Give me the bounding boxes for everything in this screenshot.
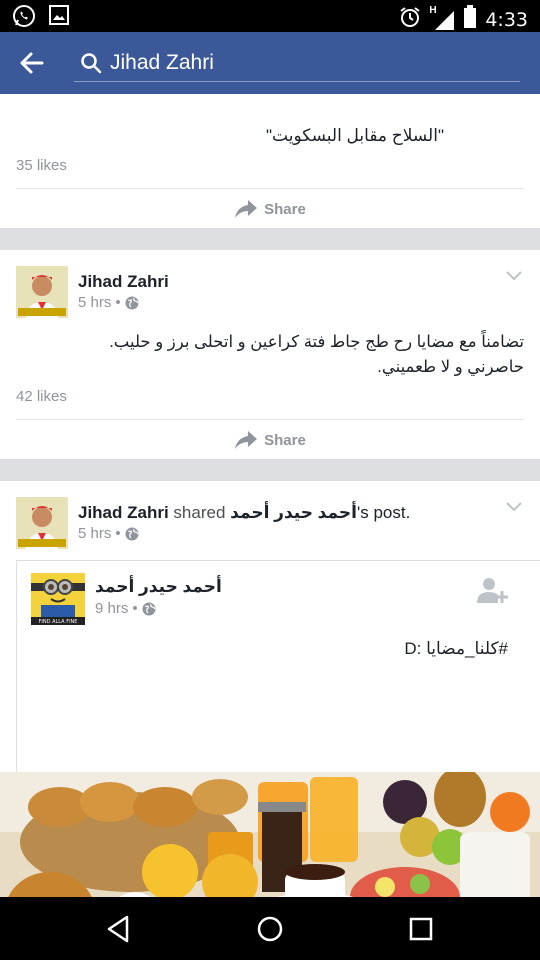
nav-home-button[interactable] [254, 913, 286, 945]
status-bar: H 4:33 [0, 0, 540, 32]
signal-icon: H [429, 5, 455, 31]
add-friend-icon [477, 578, 508, 603]
shared-post-author[interactable]: أحمد حيدر أحمد [95, 577, 222, 597]
post-text: "السلاح مقابل البسكويت" [265, 126, 444, 145]
likes-count[interactable]: 35 likes [16, 157, 67, 174]
add-friend-button[interactable] [476, 575, 508, 612]
shared-post-text: #كلنا_مضايا :D [404, 639, 508, 658]
app-header: Jihad Zahri [0, 32, 540, 94]
chevron-down-icon [506, 502, 522, 512]
avatar[interactable] [16, 497, 68, 549]
post-author[interactable]: Jihad Zahri [78, 272, 169, 292]
back-arrow-icon [20, 52, 44, 74]
nav-recents-button[interactable] [405, 913, 437, 945]
globe-icon [125, 527, 139, 540]
post-options-button[interactable] [506, 499, 522, 517]
nav-back-button[interactable] [103, 913, 135, 945]
news-feed[interactable]: قبل يوم بـ تعبئة "السلاح مقابل البسكويت"… [0, 94, 540, 897]
post-meta: 5 hrs • [78, 294, 139, 311]
search-input[interactable]: Jihad Zahri [74, 44, 520, 82]
post-author[interactable]: Jihad Zahri [78, 503, 169, 522]
post-time[interactable]: 5 hrs [78, 294, 111, 311]
globe-icon [125, 296, 139, 309]
share-icon [235, 200, 258, 218]
battery-icon [463, 5, 477, 34]
nav-recents-icon [409, 917, 433, 941]
post-meta: 5 hrs • [78, 525, 139, 542]
post-image[interactable] [0, 772, 540, 897]
nav-back-icon [107, 915, 129, 943]
post-options-button[interactable] [506, 268, 522, 286]
search-icon [80, 52, 102, 79]
share-icon [235, 431, 258, 449]
nav-home-icon [257, 916, 283, 942]
post-card: Jihad Zahri 5 hrs • تضامناً مع مضايا رح … [0, 250, 540, 459]
alarm-icon [399, 6, 421, 33]
globe-icon [142, 602, 156, 615]
avatar[interactable] [16, 266, 68, 318]
whatsapp-icon [12, 4, 36, 33]
clock: 4:33 [485, 8, 528, 31]
chevron-down-icon [506, 271, 522, 281]
shared-profile-link[interactable]: أحمد حيدر أحمد [230, 503, 357, 522]
navigation-bar [0, 897, 540, 960]
back-button[interactable] [16, 47, 48, 79]
post-text: تضامناً مع مضايا رح طج جاط فتة كراعين و … [109, 333, 524, 376]
share-button[interactable]: Share [0, 420, 540, 460]
image-icon [48, 4, 70, 33]
post-card: قبل يوم بـ تعبئة "السلاح مقابل البسكويت"… [0, 94, 540, 228]
avatar[interactable]: FIND ALLA FINE [31, 573, 85, 625]
search-query: Jihad Zahri [110, 51, 214, 74]
likes-count[interactable]: 42 likes [16, 388, 67, 405]
share-button[interactable]: Share [0, 189, 540, 229]
shared-post-meta: 9 hrs • [95, 600, 156, 617]
post-card: Jihad Zahri shared أحمد حيدر أحمد's post… [0, 481, 540, 897]
shared-heading: Jihad Zahri shared أحمد حيدر أحمد's post… [78, 503, 411, 522]
svg-text:FIND ALLA FINE: FIND ALLA FINE [39, 619, 78, 625]
post-time[interactable]: 5 hrs [78, 525, 111, 542]
cut-off-text: قبل يوم بـ تعبئة [300, 94, 430, 96]
